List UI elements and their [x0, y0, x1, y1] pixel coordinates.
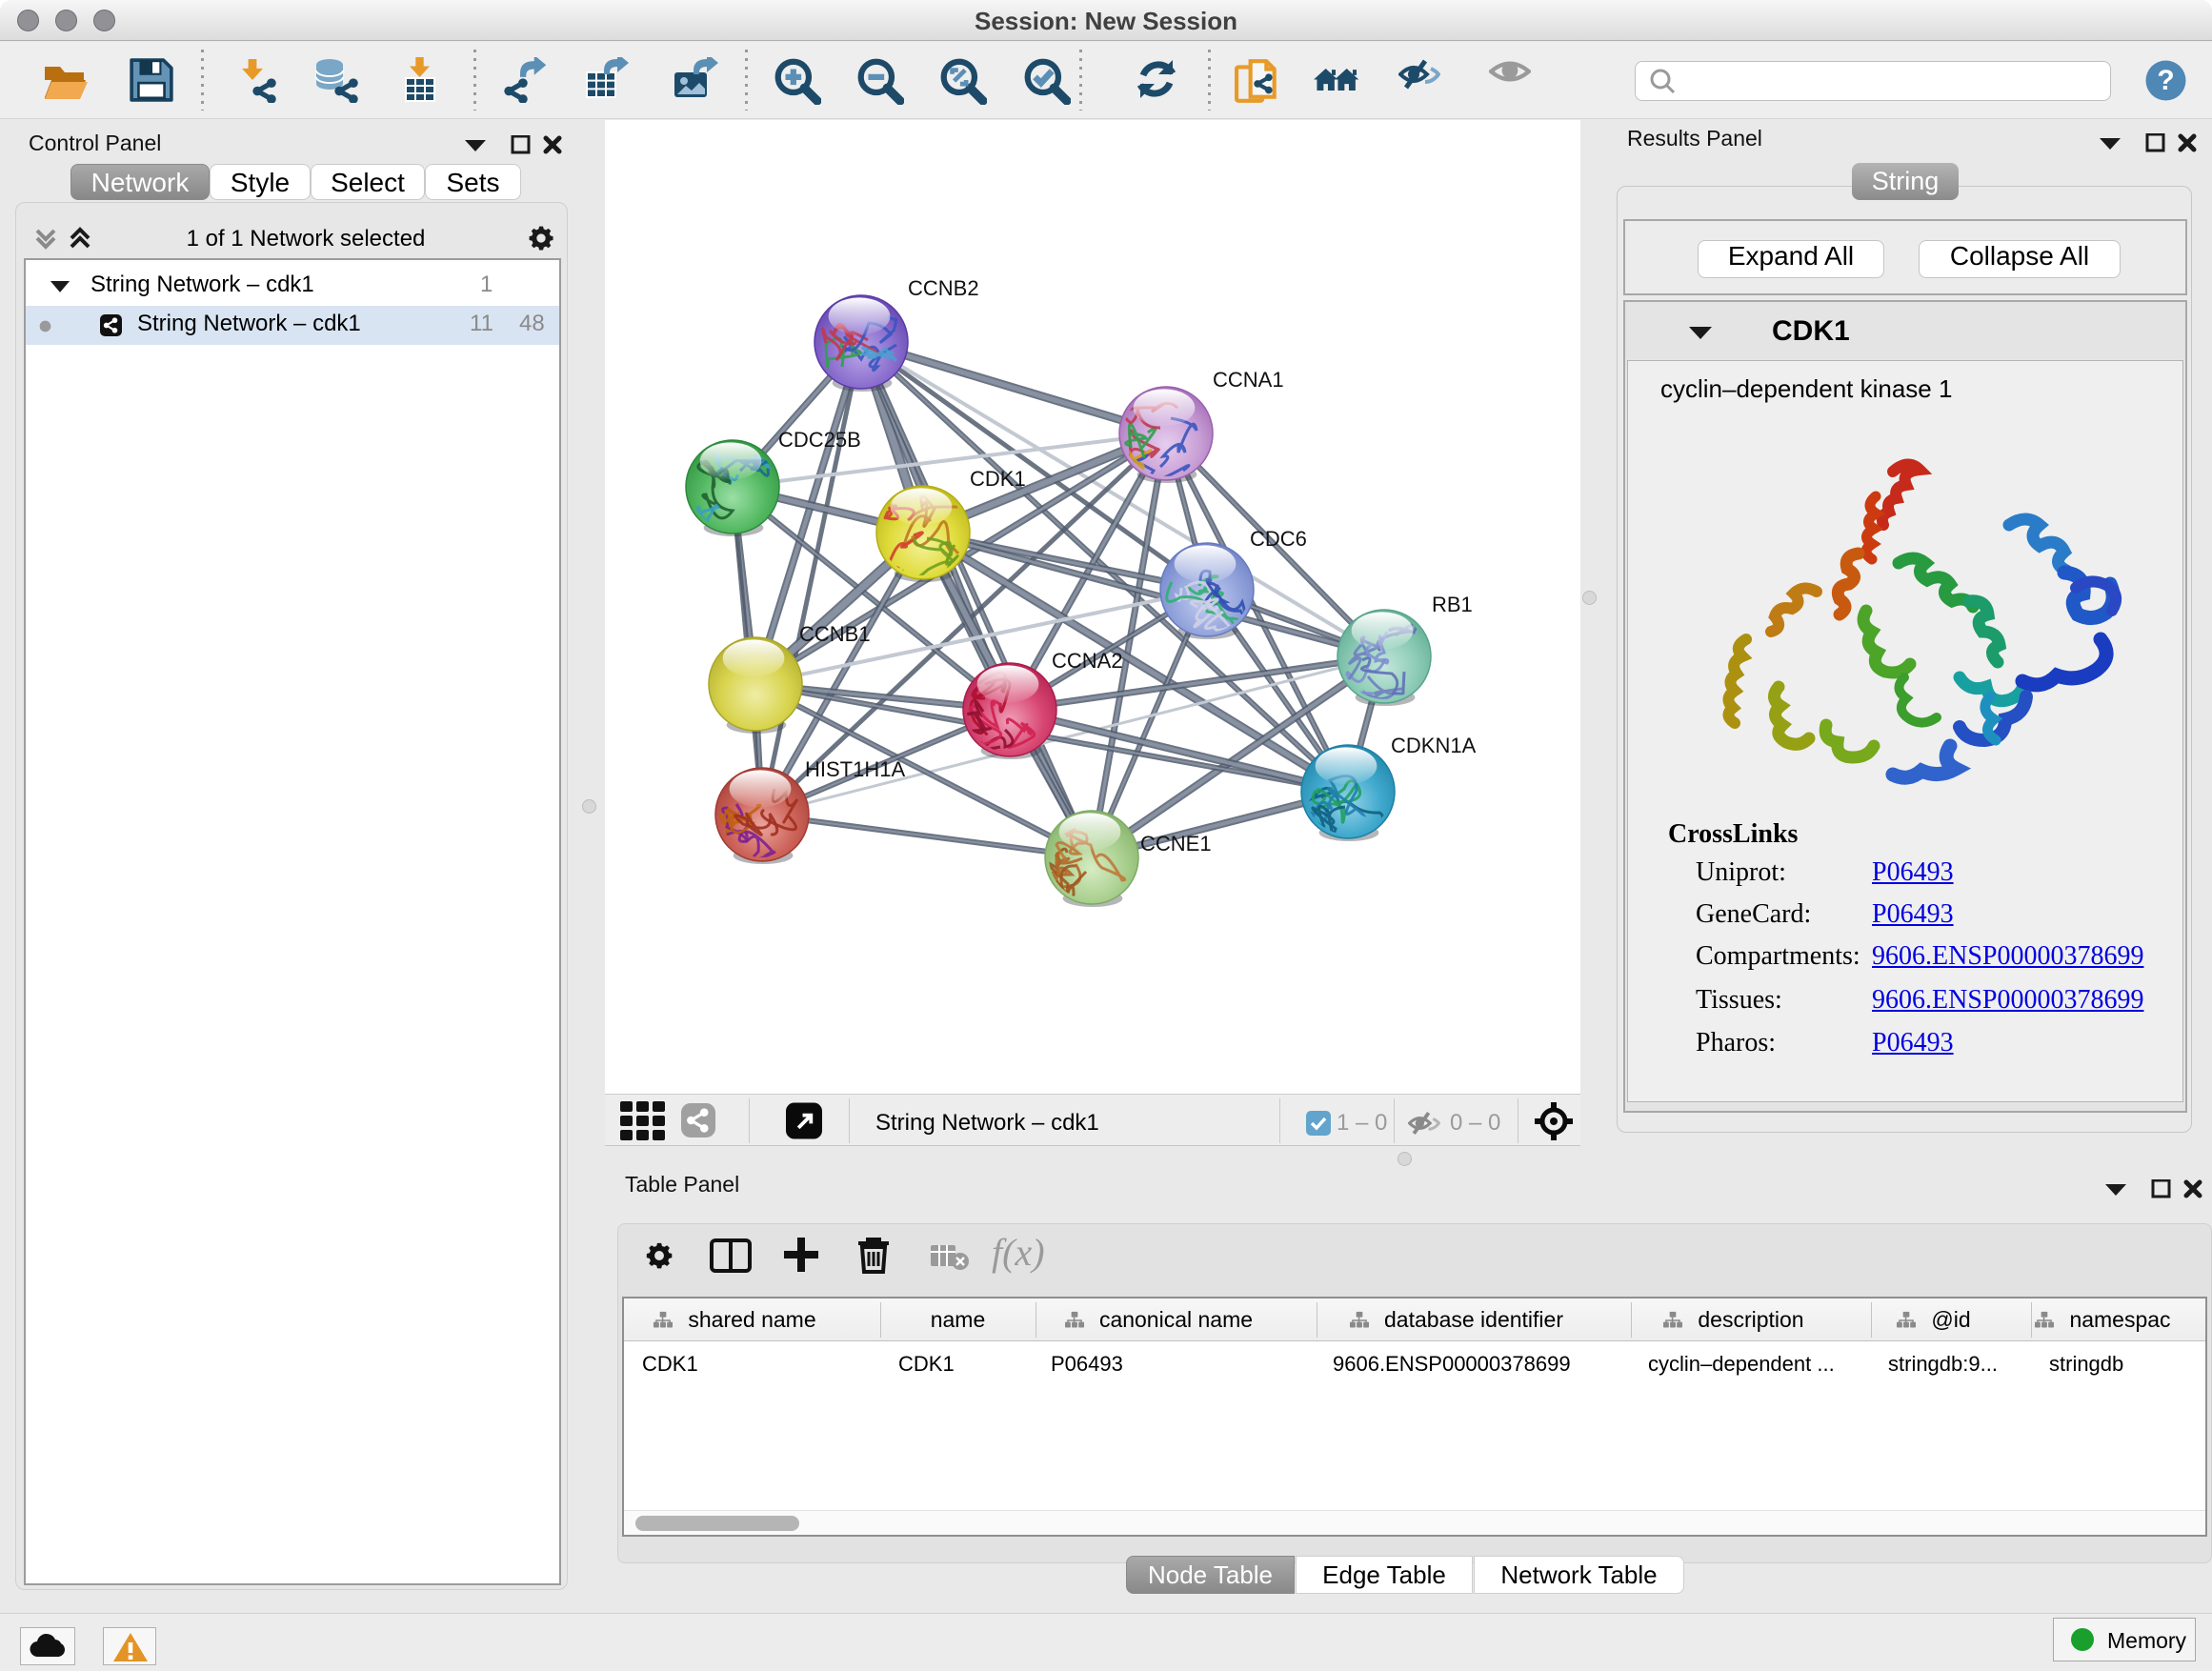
svg-text:CCNB2: CCNB2: [908, 276, 979, 300]
svg-text:CCNE1: CCNE1: [1140, 832, 1212, 856]
svg-text:CDC6: CDC6: [1250, 527, 1307, 551]
svg-text:CCNA1: CCNA1: [1213, 368, 1284, 392]
svg-text:?: ?: [2157, 65, 2174, 96]
svg-text:CDKN1A: CDKN1A: [1391, 734, 1477, 757]
svg-text:HIST1H1A: HIST1H1A: [805, 757, 905, 781]
svg-text:CCNA2: CCNA2: [1052, 649, 1123, 673]
svg-text:CDC25B: CDC25B: [778, 428, 861, 452]
svg-text:CCNB1: CCNB1: [799, 622, 871, 646]
svg-text:CDK1: CDK1: [970, 467, 1026, 491]
svg-text:RB1: RB1: [1432, 593, 1473, 616]
